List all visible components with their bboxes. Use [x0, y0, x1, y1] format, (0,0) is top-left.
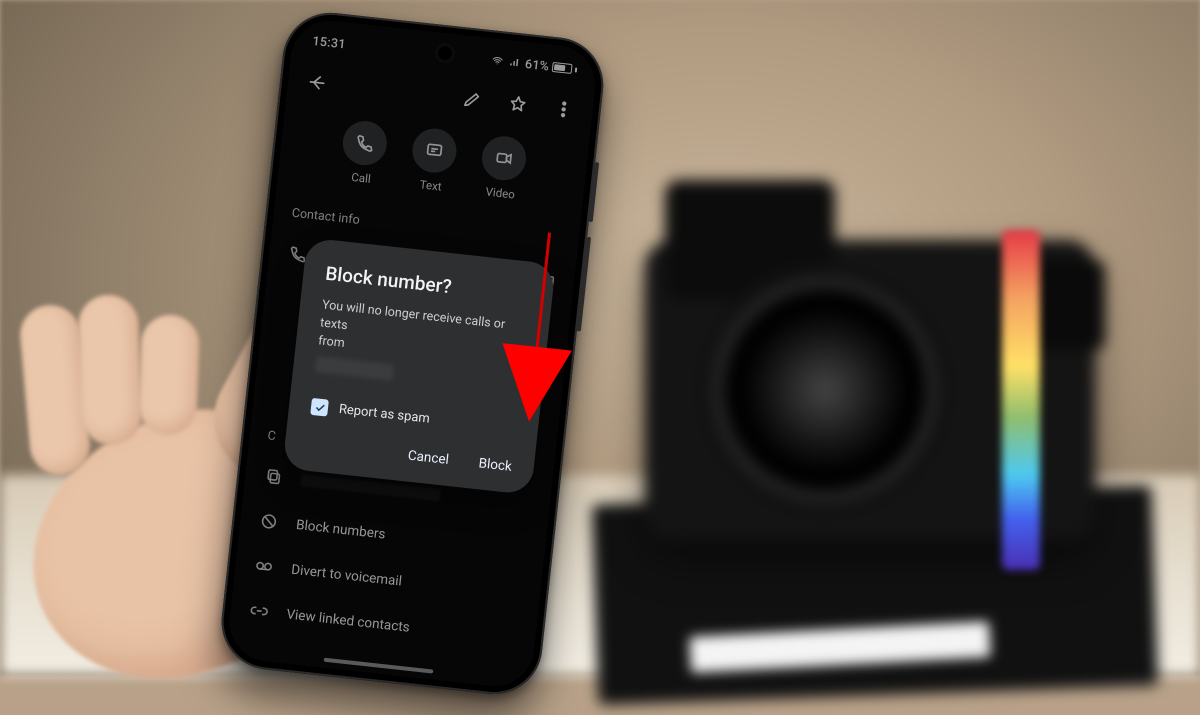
dialog-body-line2: from: [317, 334, 345, 352]
camera-prop: [605, 180, 1145, 590]
report-spam-row[interactable]: Report as spam: [310, 398, 517, 437]
report-spam-label: Report as spam: [338, 402, 430, 427]
redacted-number: [315, 356, 394, 380]
phone-screen: 15:31 61%: [226, 17, 600, 690]
block-button[interactable]: Block: [478, 456, 513, 476]
report-spam-checkbox[interactable]: [310, 398, 329, 417]
rainbow-stripe-prop: [1002, 230, 1040, 570]
block-number-dialog: Block number? You will no longer receive…: [282, 237, 556, 495]
check-icon: [313, 401, 326, 414]
cancel-button[interactable]: Cancel: [407, 448, 450, 468]
dialog-body-line1: You will no longer receive calls or text…: [319, 297, 506, 333]
